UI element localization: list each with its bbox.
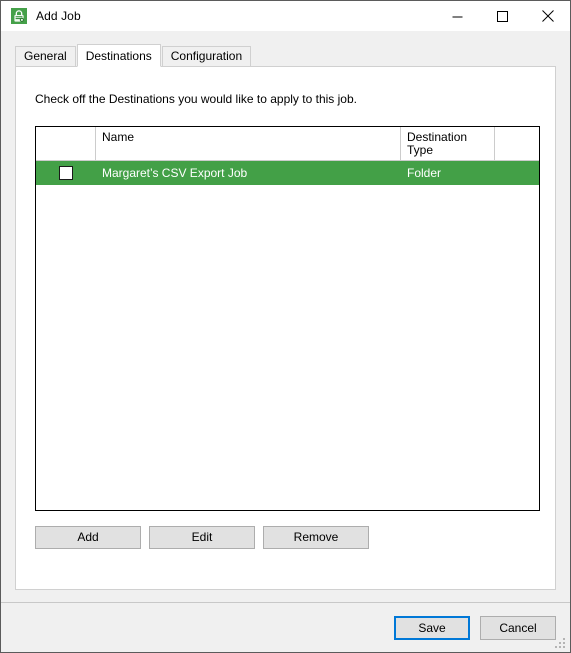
instruction-text: Check off the Destinations you would lik… [35, 92, 357, 106]
footer-buttons: Save Cancel [394, 616, 556, 640]
add-job-dialog: Add Job General Destinations Configurati… [0, 0, 571, 653]
row-checkbox-cell[interactable] [36, 166, 96, 180]
window-title: Add Job [36, 9, 81, 23]
tab-general[interactable]: General [15, 46, 76, 66]
remove-button[interactable]: Remove [263, 526, 369, 549]
add-button[interactable]: Add [35, 526, 141, 549]
title-bar: Add Job [1, 1, 570, 31]
minimize-icon[interactable] [435, 1, 480, 31]
grid-header-name[interactable]: Name [96, 127, 401, 160]
save-button[interactable]: Save [394, 616, 470, 640]
grid-header-spacer[interactable] [495, 127, 539, 160]
grid-header-destination-type[interactable]: Destination Type [401, 127, 495, 160]
row-checkbox[interactable] [59, 166, 73, 180]
grid-header-destination-type-line2: Type [407, 143, 434, 157]
tab-configuration[interactable]: Configuration [161, 46, 252, 66]
grid-header-row: Name Destination Type [36, 127, 539, 161]
close-icon[interactable] [525, 1, 570, 31]
window-controls [435, 1, 570, 31]
grid-header-checkbox[interactable] [36, 127, 96, 160]
dialog-footer: Save Cancel [1, 602, 570, 652]
app-lock-icon [11, 8, 27, 24]
resize-grip-icon[interactable] [555, 638, 566, 649]
maximize-icon[interactable] [480, 1, 525, 31]
grid-action-buttons: Add Edit Remove [35, 526, 369, 549]
table-row[interactable]: Margaret’s CSV Export Job Folder [36, 161, 539, 185]
edit-button[interactable]: Edit [149, 526, 255, 549]
tab-strip: General Destinations Configuration [1, 44, 570, 67]
row-destination-type: Folder [407, 166, 442, 180]
destinations-grid[interactable]: Name Destination Type Margaret’s CSV Exp… [35, 126, 540, 511]
cancel-button[interactable]: Cancel [480, 616, 556, 640]
destinations-tab-panel: Check off the Destinations you would lik… [15, 66, 556, 590]
row-name: Margaret’s CSV Export Job [102, 166, 248, 180]
tab-destinations[interactable]: Destinations [76, 44, 161, 67]
